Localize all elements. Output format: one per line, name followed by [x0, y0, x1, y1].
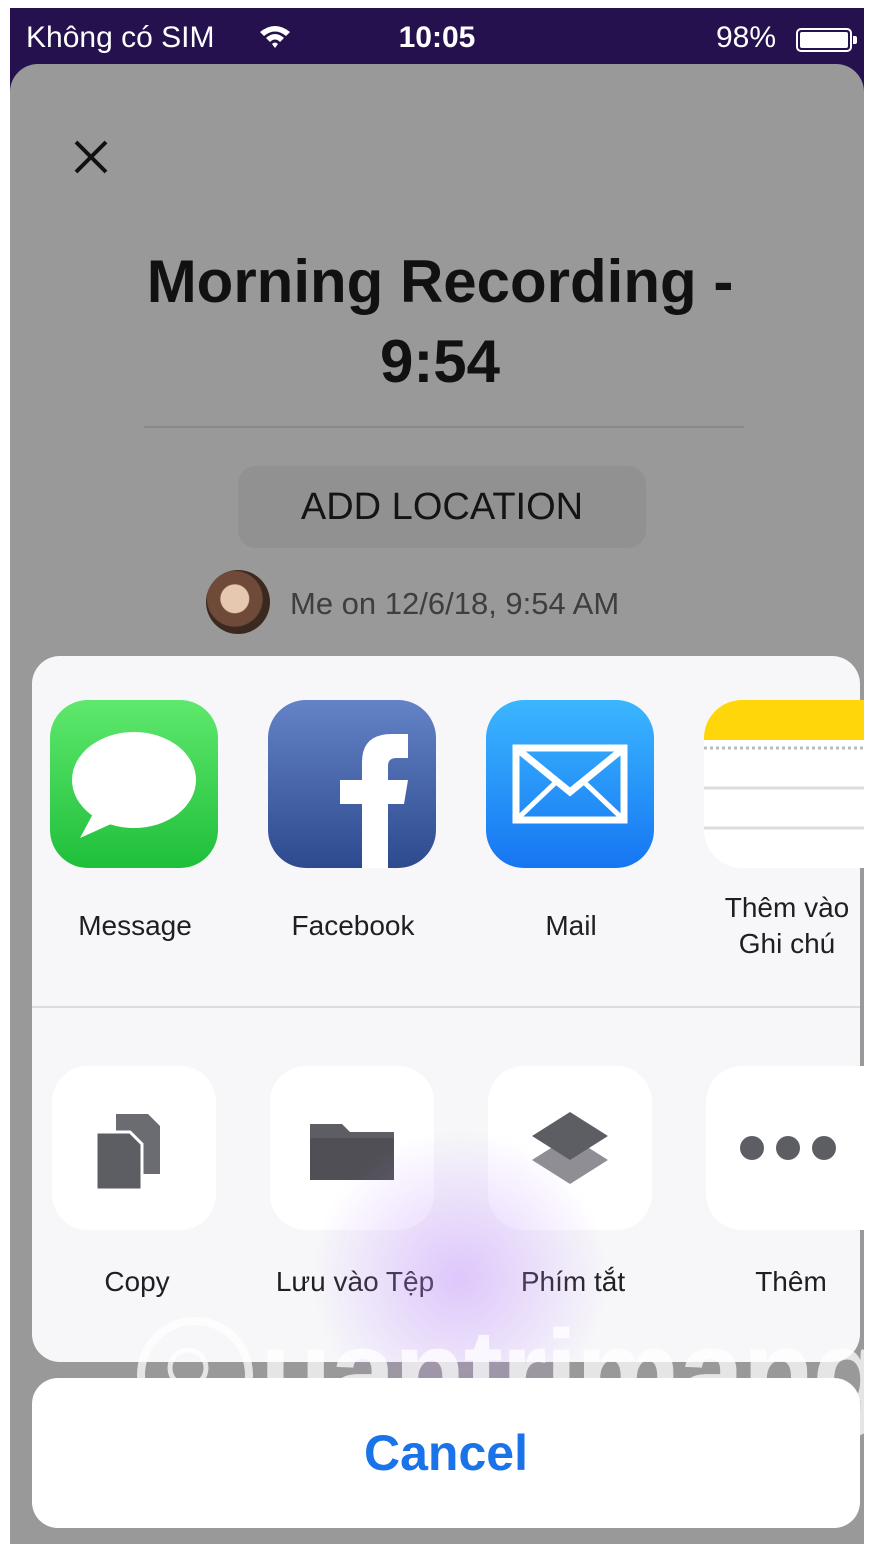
action-label-copy: Copy: [104, 1266, 170, 1297]
battery-icon: [796, 28, 857, 52]
recording-title: Morning Recording - 9:54: [146, 248, 734, 395]
facebook-icon[interactable]: [268, 700, 436, 868]
mail-icon[interactable]: [486, 700, 654, 868]
divider: [32, 1006, 860, 1008]
recording-meta: Me on 12/6/18, 9:54 AM: [290, 586, 620, 621]
share-app-label-message: Message: [78, 910, 192, 941]
notes-icon[interactable]: [704, 700, 864, 868]
cancel-button[interactable]: Cancel: [32, 1378, 860, 1528]
add-location-button[interactable]: ADD LOCATION: [238, 466, 646, 548]
battery-percent: 98%: [716, 21, 777, 54]
phone-screen: Không có SIM 10:05 98% Morning Recording…: [10, 8, 864, 1544]
status-bar: Không có SIM 10:05 98%: [10, 8, 864, 68]
avatar: [206, 570, 270, 634]
action-label-more: Thêm: [755, 1266, 827, 1297]
close-icon[interactable]: [64, 130, 118, 184]
share-app-label-facebook: Facebook: [291, 910, 415, 941]
share-app-label-notes: Thêm vào Ghi chú: [724, 892, 850, 959]
divider: [144, 426, 744, 428]
messages-icon[interactable]: [50, 700, 218, 868]
share-app-label-mail: Mail: [545, 910, 597, 941]
more-actions-button[interactable]: [706, 1066, 864, 1230]
copy-action-button[interactable]: [52, 1066, 216, 1230]
more-icon: [740, 1136, 836, 1160]
copy-icon: [94, 1114, 160, 1192]
